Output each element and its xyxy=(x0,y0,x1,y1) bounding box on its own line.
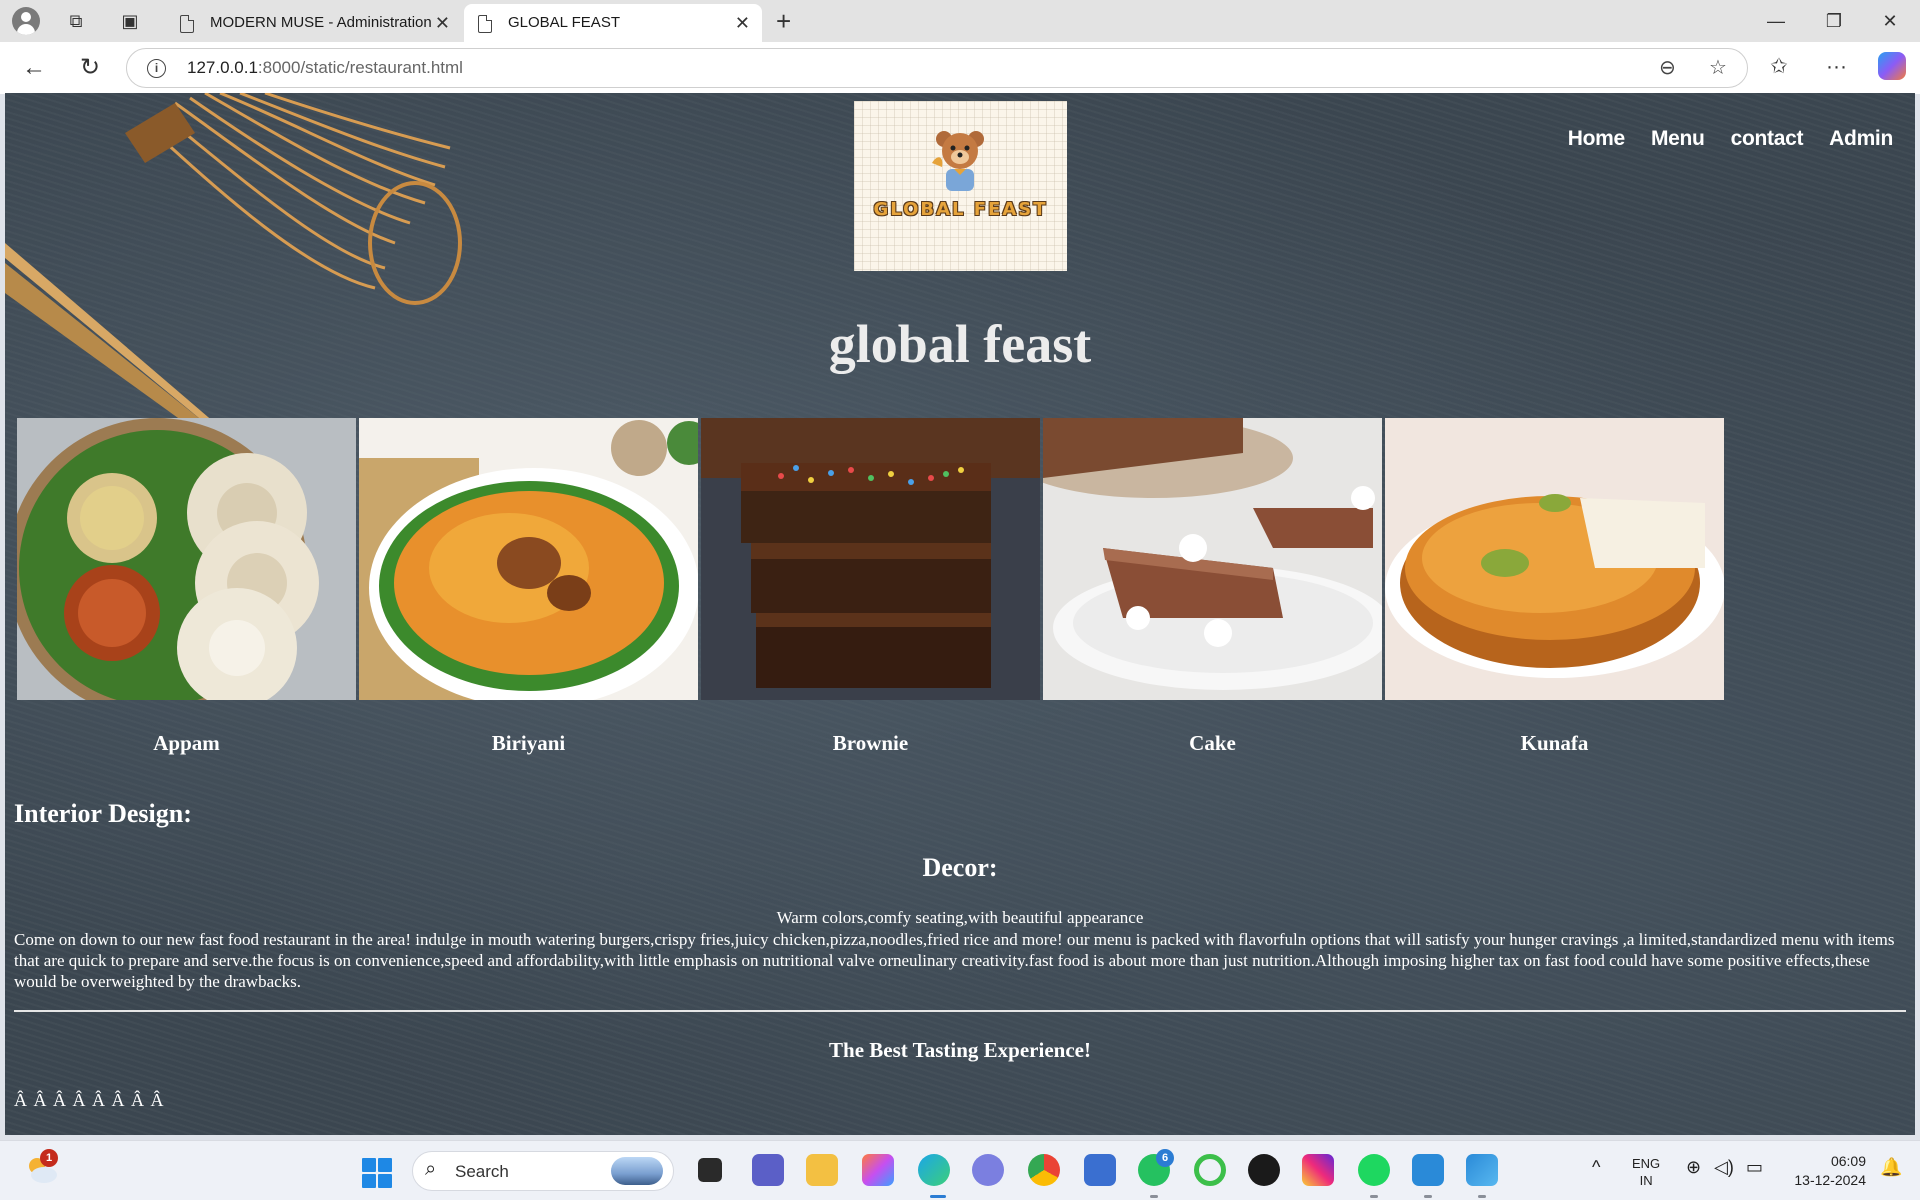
nav-contact-link[interactable]: contact xyxy=(1731,127,1804,151)
weather-badge: 1 xyxy=(40,1149,58,1167)
store-icon[interactable] xyxy=(1084,1154,1116,1186)
restore-icon[interactable]: ❐ xyxy=(1814,6,1854,36)
close-tab-icon[interactable]: ✕ xyxy=(435,4,450,42)
refresh-icon[interactable]: ↻ xyxy=(74,54,106,82)
nav-menu-link[interactable]: Menu xyxy=(1651,127,1705,151)
page-icon xyxy=(478,15,492,33)
back-arrow-icon[interactable]: ← xyxy=(18,54,50,82)
teams-icon[interactable] xyxy=(752,1154,784,1186)
chrome-icon[interactable] xyxy=(1028,1154,1060,1186)
search-placeholder: Search xyxy=(455,1162,509,1181)
edge-icon[interactable] xyxy=(918,1154,950,1186)
favorite-star-icon[interactable]: ☆ xyxy=(1709,55,1727,81)
running-indicator xyxy=(1424,1195,1432,1198)
nav-home-link[interactable]: Home xyxy=(1568,127,1625,151)
copilot-icon[interactable] xyxy=(1878,52,1906,80)
file-explorer-icon[interactable] xyxy=(806,1154,838,1186)
minimize-icon[interactable]: — xyxy=(1756,6,1796,36)
address-toolbar: ← ↻ i 127.0.0.1:8000/static/restaurant.h… xyxy=(0,42,1920,94)
decor-heading: Decor: xyxy=(922,853,998,882)
search-icon: ⌕ xyxy=(425,1158,437,1180)
dish-name: Cake xyxy=(1189,731,1236,755)
nav-admin-link[interactable]: Admin xyxy=(1829,127,1893,151)
appam-photo[interactable] xyxy=(7,418,356,718)
about-paragraph: Come on down to our new fast food restau… xyxy=(14,930,1895,991)
dish-name: Kunafa xyxy=(1520,731,1589,755)
tab-modern-muse[interactable]: MODERN MUSE - Administration ✕ xyxy=(166,4,462,42)
battery-icon[interactable]: ▭ xyxy=(1746,1158,1763,1176)
notification-bell-icon[interactable]: 🔔 xyxy=(1880,1158,1902,1176)
search-highlight-art xyxy=(611,1157,663,1185)
start-button[interactable] xyxy=(362,1158,392,1188)
vertical-tabs-icon[interactable]: ▣ xyxy=(118,9,142,33)
time: 06:09 xyxy=(1830,1153,1866,1169)
bear-mascot-icon xyxy=(932,131,984,191)
address-bar[interactable]: i 127.0.0.1:8000/static/restaurant.html … xyxy=(126,48,1748,88)
dish-card-brownie: Brownie xyxy=(701,418,1040,756)
running-indicator xyxy=(1150,1195,1158,1198)
profile-icon[interactable] xyxy=(12,7,40,35)
active-app-indicator xyxy=(930,1195,946,1198)
dish-name: Brownie xyxy=(832,731,909,755)
close-window-icon[interactable]: ✕ xyxy=(1870,6,1910,36)
clock[interactable]: 06:09 13-12-2024 xyxy=(1794,1152,1866,1190)
taskbar: 1 ⌕ Search 6 ^ ENG IN ⊕ ◁) ▭ 06:09 13-12… xyxy=(0,1140,1920,1200)
dish-card-biriyani: Biriyani xyxy=(359,418,711,756)
refresh-app-icon[interactable] xyxy=(1194,1154,1226,1186)
tab-title: MODERN MUSE - Administration xyxy=(210,14,432,31)
tab-title: GLOBAL FEAST xyxy=(508,14,620,31)
page-title: global feast xyxy=(828,314,1092,374)
kunafa-photo[interactable] xyxy=(1385,418,1725,700)
site-nav: Home Menu contact Admin xyxy=(1568,127,1894,151)
site-info-icon[interactable]: i xyxy=(147,59,166,78)
zoom-icon[interactable]: ⊖ xyxy=(1659,55,1676,81)
interior-design-heading: Interior Design: xyxy=(14,799,192,828)
garbled-text: Â Â Â Â Â Â Â Â xyxy=(14,1090,165,1110)
dish-card-cake: Cake xyxy=(1013,418,1393,756)
tagline: The Best Tasting Experience! xyxy=(829,1038,1091,1062)
volume-icon[interactable]: ◁) xyxy=(1714,1158,1734,1176)
app-triangle-icon[interactable] xyxy=(972,1154,1004,1186)
divider xyxy=(14,1010,1906,1012)
running-indicator xyxy=(1478,1195,1486,1198)
date: 13-12-2024 xyxy=(1794,1172,1866,1188)
new-tab-icon[interactable]: + xyxy=(776,6,791,37)
dish-card-appam: Appam xyxy=(7,418,356,756)
photos-icon[interactable] xyxy=(1466,1154,1498,1186)
cake-photo[interactable] xyxy=(1013,418,1393,700)
dish-name: Biriyani xyxy=(491,731,566,755)
dish-name: Appam xyxy=(153,731,220,755)
network-icon[interactable]: ⊕ xyxy=(1686,1158,1701,1176)
brownie-photo[interactable] xyxy=(701,418,1040,700)
vscode-icon[interactable] xyxy=(1412,1154,1444,1186)
browser-tab-strip: ⧉ ▣ MODERN MUSE - Administration ✕ GLOBA… xyxy=(0,0,1920,42)
restaurant-logo[interactable]: GLOBAL FEAST xyxy=(854,101,1067,271)
more-menu-icon[interactable]: ··· xyxy=(1826,52,1847,82)
logo-text: GLOBAL FEAST xyxy=(873,199,1048,220)
show-hidden-icons[interactable]: ^ xyxy=(1592,1158,1600,1176)
web-page: GLOBAL FEAST Home Menu contact Admin glo… xyxy=(5,93,1915,1135)
url-text[interactable]: 127.0.0.1:8000/static/restaurant.html xyxy=(187,49,463,87)
dish-gallery: Appam Biriyani Brownie Cake Kunafa xyxy=(7,418,1725,756)
tab-global-feast[interactable]: GLOBAL FEAST ✕ xyxy=(464,4,762,42)
biriyani-photo[interactable] xyxy=(359,418,711,708)
dish-card-kunafa: Kunafa xyxy=(1385,418,1725,756)
decor-description: Warm colors,comfy seating,with beautiful… xyxy=(776,908,1144,927)
task-view-icon[interactable] xyxy=(698,1158,722,1182)
close-tab-icon[interactable]: ✕ xyxy=(735,4,750,42)
spotify-icon[interactable] xyxy=(1358,1154,1390,1186)
taskbar-search[interactable]: ⌕ Search xyxy=(412,1151,674,1191)
instagram-icon[interactable] xyxy=(1302,1154,1334,1186)
favorites-icon[interactable]: ✩ xyxy=(1770,52,1788,82)
copilot-app-icon[interactable] xyxy=(862,1154,894,1186)
whatsapp-badge: 6 xyxy=(1156,1149,1174,1167)
page-icon xyxy=(180,15,194,33)
chatgpt-icon[interactable] xyxy=(1248,1154,1280,1186)
running-indicator xyxy=(1370,1195,1378,1198)
workspaces-icon[interactable]: ⧉ xyxy=(64,9,88,33)
language-indicator[interactable]: ENG IN xyxy=(1632,1155,1660,1189)
